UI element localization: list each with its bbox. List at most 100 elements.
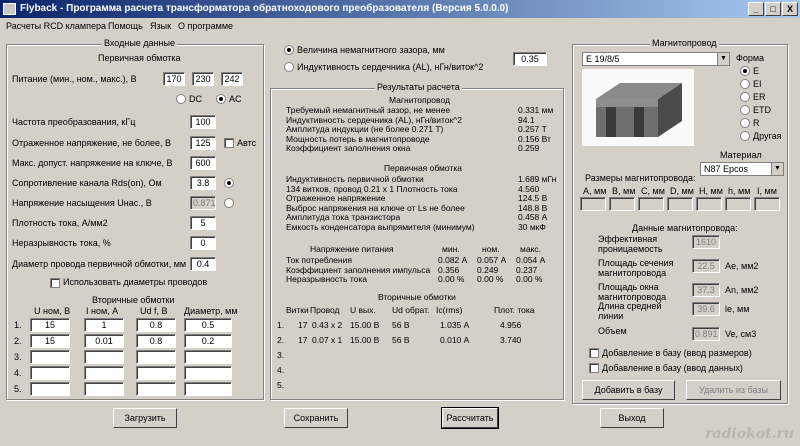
supply-max-value: 0.054 А — [516, 255, 546, 265]
al-radio[interactable] — [284, 62, 294, 72]
watermark: radiokot.ru — [705, 426, 794, 442]
sec-i-input[interactable]: 1 — [84, 318, 124, 332]
sec-ud-input[interactable] — [136, 382, 176, 396]
material-select[interactable]: N87 Epcos ▼ — [700, 162, 784, 176]
ac-radio[interactable] — [216, 94, 226, 104]
continuity-label: Неразрывность тока, % — [12, 238, 111, 248]
form-radio[interactable] — [740, 79, 750, 89]
add-dims-checkbox[interactable] — [589, 348, 599, 358]
save-button[interactable]: Сохранить — [284, 408, 348, 428]
menu-language[interactable]: Язык — [150, 18, 171, 34]
sec-result-header: Ic(rms) — [436, 305, 463, 315]
delete-from-db-button[interactable]: Удалить из базы — [686, 380, 781, 400]
supply-row-label: Неразрывность тока — [286, 274, 367, 284]
dim-input[interactable] — [725, 197, 751, 211]
core-legend: Магнитопровод — [650, 38, 719, 48]
form-radio[interactable] — [740, 105, 750, 115]
vsat-radio[interactable] — [224, 198, 234, 208]
sec-i-input[interactable] — [84, 366, 124, 380]
sec-result-cell: 56 В — [392, 320, 410, 330]
result-value: 1.689 мГн — [518, 174, 557, 184]
vmax-input[interactable]: 600 — [190, 156, 216, 170]
reflected-input[interactable]: 125 — [190, 136, 216, 150]
exit-button[interactable]: Выход — [600, 408, 664, 428]
param-value[interactable]: 0.891 — [692, 327, 720, 341]
maximize-button[interactable]: □ — [765, 2, 781, 16]
add-to-db-button[interactable]: Добавить в базу — [582, 380, 675, 400]
continuity-input[interactable]: 0 — [190, 236, 216, 250]
add-data-checkbox[interactable] — [589, 363, 599, 373]
form-radio[interactable] — [740, 131, 750, 141]
menu-help[interactable]: Помощь — [108, 18, 143, 34]
close-button[interactable]: X — [782, 2, 798, 16]
vsat-input[interactable]: 0.871 — [190, 196, 216, 210]
sec-diam-input[interactable] — [184, 382, 232, 396]
sec-u-input[interactable] — [30, 382, 70, 396]
auto-checkbox[interactable] — [224, 138, 234, 148]
param-value[interactable]: 1610 — [692, 235, 720, 249]
diameter-input[interactable]: 0.4 — [190, 257, 216, 271]
sec-row-number: 2. — [14, 336, 22, 346]
supply-max-input[interactable]: 242 — [221, 72, 243, 86]
add-dims-label: Добавление в базу (ввод размеров) — [602, 348, 752, 358]
form-radio[interactable] — [740, 66, 750, 76]
minimize-button[interactable]: _ — [748, 2, 764, 16]
dim-input[interactable] — [667, 197, 693, 211]
gap-radio[interactable] — [284, 45, 294, 55]
param-unit: An, мм2 — [725, 285, 759, 295]
freq-label: Частота преобразования, кГц — [12, 117, 136, 127]
sec-i-input[interactable] — [84, 350, 124, 364]
density-label: Плотность тока, А/мм2 — [12, 218, 108, 228]
rds-input[interactable]: 3.8 — [190, 176, 216, 190]
dim-input[interactable] — [696, 197, 722, 211]
sec-ud-input[interactable] — [136, 366, 176, 380]
sec-result-header: Витки — [286, 305, 309, 315]
sec-ud-input[interactable]: 0.8 — [136, 334, 176, 348]
freq-input[interactable]: 100 — [190, 115, 216, 129]
sec-i-input[interactable] — [84, 382, 124, 396]
sec-diam-input[interactable]: 0.2 — [184, 334, 232, 348]
supply-nom-input[interactable]: 230 — [192, 72, 214, 86]
dim-input[interactable] — [580, 197, 606, 211]
core-select[interactable]: E 19/8/5 ▼ — [582, 52, 730, 66]
sec-result-cell: 4.956 — [500, 320, 522, 330]
sec-u-input[interactable]: 15 — [30, 334, 70, 348]
sec-result-number: 1. — [277, 320, 285, 330]
sec-u-input[interactable] — [30, 366, 70, 380]
sec-ud-input[interactable] — [136, 350, 176, 364]
sec-result-header: U вых. — [350, 305, 376, 315]
core-image — [582, 69, 694, 146]
param-value[interactable]: 37.3 — [692, 283, 720, 297]
sec-diam-input[interactable] — [184, 350, 232, 364]
param-value[interactable]: 22.5 — [692, 259, 720, 273]
sec-diam-input[interactable] — [184, 366, 232, 380]
dim-input[interactable] — [609, 197, 635, 211]
use-diameters-checkbox[interactable] — [50, 278, 60, 288]
sec-u-input[interactable]: 15 — [30, 318, 70, 332]
rds-radio[interactable] — [224, 178, 234, 188]
form-radio[interactable] — [740, 118, 750, 128]
calculate-button[interactable]: Рассчитать — [441, 407, 499, 429]
result-label: Амплитуда индукции (не более 0.271 Т) — [286, 124, 444, 134]
sec-u-input[interactable] — [30, 350, 70, 364]
result-value: 0.331 мм — [518, 105, 554, 115]
form-option-label: Другая — [753, 131, 782, 141]
sec-ud-input[interactable]: 0.8 — [136, 318, 176, 332]
menu-about[interactable]: О программе — [178, 18, 233, 34]
param-unit: Ve, см3 — [725, 329, 757, 339]
sec-i-input[interactable]: 0.01 — [84, 334, 124, 348]
param-value[interactable]: 39.6 — [692, 302, 720, 316]
load-button[interactable]: Загрузить — [113, 408, 177, 428]
result-label: Амплитуда тока транзистора — [286, 212, 401, 222]
supply-min-input[interactable]: 170 — [163, 72, 185, 86]
dim-input[interactable] — [638, 197, 664, 211]
density-input[interactable]: 5 — [190, 216, 216, 230]
gap-value-input[interactable]: 0.35 — [513, 52, 547, 66]
window-title: Flyback - Программа расчета трансформато… — [20, 3, 509, 14]
form-radio[interactable] — [740, 92, 750, 102]
dc-radio[interactable] — [176, 94, 186, 104]
menu-rcd[interactable]: Расчеты RCD клампера — [6, 18, 106, 34]
sec-header-diam: Диаметр, мм — [184, 306, 238, 316]
dim-input[interactable] — [754, 197, 780, 211]
sec-diam-input[interactable]: 0.5 — [184, 318, 232, 332]
